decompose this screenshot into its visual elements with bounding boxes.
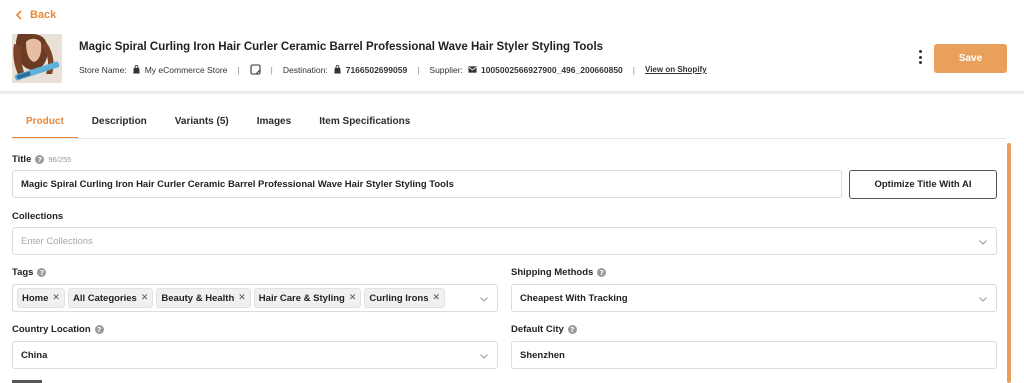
destination-label: Destination: (282, 64, 328, 75)
view-on-shopify-link[interactable]: View on Shopify (645, 65, 707, 74)
meta-divider: | (417, 64, 420, 75)
country-select[interactable]: China (12, 341, 498, 369)
tag-chip-label: Curling Irons (369, 292, 429, 304)
chevron-down-icon[interactable] (479, 351, 489, 361)
tags-label: Tags (12, 267, 34, 278)
tags-label-row: Tags ? (12, 267, 47, 278)
title-input[interactable]: Magic Spiral Curling Iron Hair Curler Ce… (12, 170, 842, 198)
chevron-down-icon[interactable] (479, 294, 489, 304)
help-icon[interactable]: ? (35, 155, 45, 164)
header-divider (0, 91, 1024, 95)
title-char-count: 96/255 (48, 155, 72, 164)
city-label-row: Default City ? (511, 324, 577, 335)
close-icon[interactable]: ✕ (349, 293, 357, 303)
save-button[interactable]: Save (934, 44, 1007, 73)
title-label: Title (12, 154, 32, 165)
tag-chip-label: Hair Care & Styling (258, 292, 345, 304)
collections-placeholder: Enter Collections (21, 235, 93, 247)
close-icon[interactable]: ✕ (433, 293, 441, 303)
tag-chip: Hair Care & Styling ✕ (253, 288, 362, 308)
meta-divider: | (270, 64, 273, 75)
shipping-value: Cheapest With Tracking (520, 292, 628, 304)
chevron-down-icon[interactable] (978, 294, 988, 304)
supplier-label: Supplier: (429, 64, 463, 75)
tab-description[interactable]: Description (78, 108, 161, 139)
optimize-title-button[interactable]: Optimize Title With AI (849, 170, 997, 199)
city-label: Default City (511, 324, 564, 335)
chevron-left-icon (15, 10, 22, 20)
product-thumbnail (12, 34, 62, 83)
back-label: Back (30, 9, 57, 21)
shipping-label: Shipping Methods (511, 267, 594, 278)
destination-value: 7166502699059 (345, 64, 408, 75)
tag-chip: Beauty & Health ✕ (156, 288, 251, 308)
tab-images[interactable]: Images (243, 108, 305, 139)
close-icon[interactable]: ✕ (141, 293, 149, 303)
close-icon[interactable]: ✕ (52, 293, 60, 303)
back-button[interactable]: Back (14, 9, 56, 21)
product-meta-row: Store Name: My eCommerce Store | | Desti… (79, 64, 707, 75)
tag-chip-label: Home (22, 292, 49, 304)
supplier-value: 1005002566927900_496_200660850 (480, 64, 623, 75)
tag-chip: Home ✕ (17, 288, 65, 308)
bag-icon (133, 65, 140, 74)
tab-product[interactable]: Product (12, 108, 78, 139)
chevron-down-icon[interactable] (978, 237, 988, 247)
product-title: Magic Spiral Curling Iron Hair Curler Ce… (79, 41, 604, 53)
mail-icon (468, 66, 477, 73)
kebab-menu-icon[interactable] (913, 50, 927, 64)
country-label-row: Country Location ? (12, 324, 104, 335)
collections-label-row: Collections (12, 211, 63, 222)
tag-chip: All Categories ✕ (67, 288, 154, 308)
meta-divider: | (237, 64, 240, 75)
help-icon[interactable]: ? (597, 268, 607, 277)
city-value: Shenzhen (520, 349, 565, 361)
shipping-select[interactable]: Cheapest With Tracking (511, 284, 997, 312)
country-label: Country Location (12, 324, 91, 335)
bag-icon (334, 65, 341, 74)
title-label-row: Title ? 96/255 (12, 154, 71, 165)
tag-chip: Curling Irons ✕ (364, 288, 446, 308)
close-icon[interactable]: ✕ (238, 293, 246, 303)
tab-item-specifications[interactable]: Item Specifications (305, 108, 424, 139)
city-input[interactable]: Shenzhen (511, 341, 997, 369)
tag-chip-label: Beauty & Health (161, 292, 235, 304)
product-editor: Back Magic Spiral Curling Iron Hair Curl… (0, 0, 1024, 383)
tabs-divider (12, 138, 1006, 139)
shipping-label-row: Shipping Methods ? (511, 267, 607, 278)
meta-divider: | (632, 64, 636, 75)
tab-bar: Product Description Variants (5) Images … (12, 108, 424, 139)
title-input-value: Magic Spiral Curling Iron Hair Curler Ce… (21, 178, 454, 190)
scrollbar-thumb[interactable] (1007, 143, 1011, 383)
help-icon[interactable]: ? (37, 268, 47, 277)
collections-label: Collections (12, 211, 64, 222)
store-name-value: My eCommerce Store (144, 64, 228, 75)
tags-input[interactable]: Home ✕ All Categories ✕ Beauty & Health ✕ H… (12, 284, 498, 312)
collections-input[interactable]: Enter Collections (12, 227, 997, 255)
help-icon[interactable]: ? (94, 325, 104, 334)
country-value: China (21, 349, 48, 361)
note-icon[interactable] (250, 64, 261, 75)
help-icon[interactable]: ? (567, 325, 577, 334)
tab-variants[interactable]: Variants (5) (161, 108, 243, 139)
store-name-label: Store Name: (79, 64, 127, 75)
tag-chip-label: All Categories (72, 292, 137, 304)
